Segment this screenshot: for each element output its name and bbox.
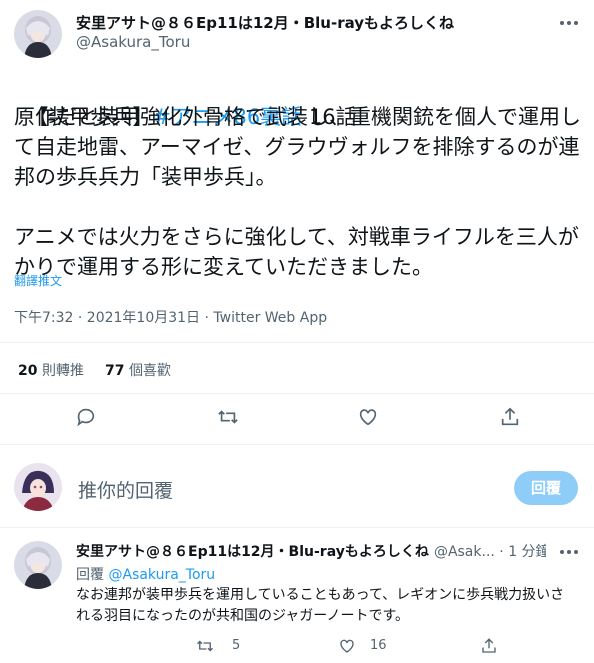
retweet-label: 則轉推 xyxy=(41,363,84,379)
replying-prefix: 回覆 xyxy=(76,567,104,583)
reply-icon[interactable] xyxy=(75,406,97,428)
like-label: 個喜歡 xyxy=(128,363,171,379)
translate-link[interactable]: 翻譯推文 xyxy=(14,272,62,289)
reply-text: なお連邦が装甲歩兵を運用していることもあって、レギオンに歩兵戦力扱いされる羽目に… xyxy=(76,587,565,624)
author-display-name[interactable]: 安里アサト@８６Ep11は12月・Blu-rayもよろしくね xyxy=(76,12,454,33)
reply-more-options-icon[interactable] xyxy=(558,541,580,563)
divider xyxy=(0,393,594,394)
like-count-link[interactable]: 77 個喜歡 xyxy=(105,360,171,380)
divider xyxy=(0,342,594,343)
reply-submit-button[interactable]: 回覆 xyxy=(514,471,578,505)
reply-retweet-count: 5 xyxy=(232,638,241,653)
reply-like-count: 16 xyxy=(370,638,387,653)
divider xyxy=(0,527,594,528)
divider xyxy=(0,444,594,445)
retweet-count-link[interactable]: 20 則轉推 xyxy=(18,360,84,380)
reply-share-icon[interactable] xyxy=(480,637,498,655)
reply-author-name[interactable]: 安里アサト@８６Ep11は12月・Blu-rayもよろしくね xyxy=(76,544,429,560)
retweet-icon[interactable] xyxy=(217,406,239,428)
reply-like-icon[interactable] xyxy=(338,637,356,655)
replying-to-handle[interactable]: @Asakura_Toru xyxy=(108,567,215,583)
author-handle[interactable]: @Asakura_Toru xyxy=(76,33,190,51)
like-icon[interactable] xyxy=(357,406,379,428)
reply-handle-time[interactable]: @Asak... · 1 分鐘 xyxy=(434,544,546,560)
replying-to: 回覆 @Asakura_Toru xyxy=(76,564,215,584)
retweet-count: 20 xyxy=(18,363,38,379)
reply-header: 安里アサト@８６Ep11は12月・Blu-rayもよろしくね @Asak... … xyxy=(76,541,546,561)
share-icon[interactable] xyxy=(499,406,521,428)
author-avatar[interactable] xyxy=(14,10,62,58)
tweet-timestamp[interactable]: 下午7:32 · 2021年10月31日 · Twitter Web App xyxy=(14,307,327,327)
like-count: 77 xyxy=(105,363,125,379)
user-avatar[interactable] xyxy=(14,463,62,511)
reply-retweet-icon[interactable] xyxy=(196,637,214,655)
reply-author-avatar[interactable] xyxy=(14,541,62,589)
tweet-text: 原作だと装甲強化外骨格で武装し、重機関銃を個人で運用して自走地雷、アーマイゼ、グ… xyxy=(14,105,581,279)
more-options-icon[interactable] xyxy=(558,12,580,34)
reply-compose-input[interactable]: 推你的回覆 xyxy=(78,476,173,503)
